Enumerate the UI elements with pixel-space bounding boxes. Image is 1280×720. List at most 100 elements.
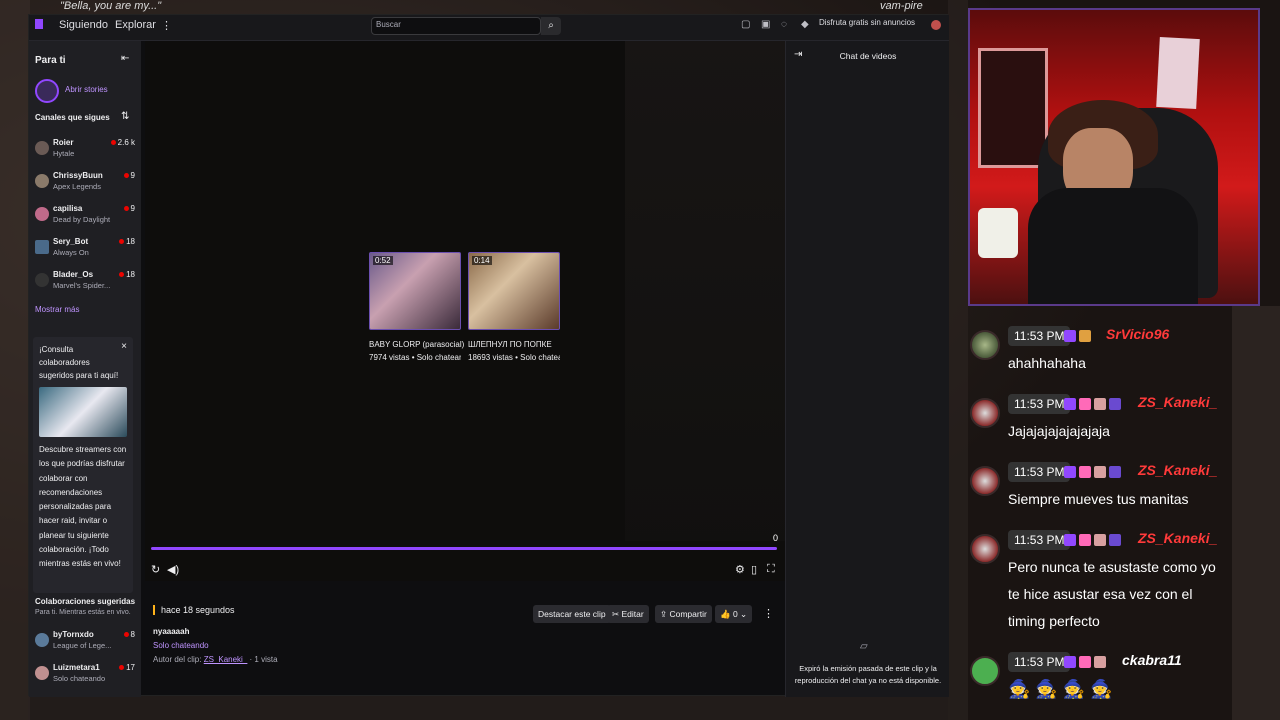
sidebar-channel[interactable]: ChrissyBuun Apex Legends 9 <box>29 170 141 200</box>
chat-timestamp: 11:53 PM <box>1008 394 1071 414</box>
search-icon[interactable]: ⌕ <box>541 17 561 35</box>
channel-game: Dead by Daylight <box>53 215 111 224</box>
collapse-sidebar-icon[interactable]: ⇤ <box>121 53 129 64</box>
chat-message: 11:53 PM ZS_Kaneki_ Jajajajajajajajaja <box>968 386 1232 454</box>
promo-image <box>39 387 127 437</box>
sidebar-channel[interactable]: capilisa Dead by Daylight 9 <box>29 203 141 233</box>
screen: "Bella, you are my..." vam-pire Siguiend… <box>0 0 1280 720</box>
channel-name: byTornxdo <box>53 630 94 639</box>
chat-text: Siempre mueves tus manitas <box>1008 491 1189 507</box>
chat-message: 11:53 PM ckabra11 🧙 🧙 🧙 🧙 <box>968 644 1232 712</box>
channel-game: Always On <box>53 248 89 257</box>
chat-panel-title: Chat de videos <box>839 51 897 61</box>
chat-username: SrVicio96 <box>1106 326 1170 342</box>
chat-username: ZS_Kaneki_ <box>1138 462 1218 478</box>
collage-right <box>1232 306 1280 720</box>
channel-game: Solo chateando <box>53 674 106 683</box>
channel-name: Luizmetara1 <box>53 663 100 672</box>
sidebar-channel[interactable]: Roier Hytale 2.6 k <box>29 137 141 167</box>
fullscreen-icon[interactable]: ⛶ <box>767 563 775 576</box>
turbo-promo[interactable]: Disfruta gratis sin anuncios <box>819 18 915 27</box>
twitch-logo-icon[interactable] <box>35 19 43 29</box>
chat-message: 11:53 PM ZS_Kaneki_ Siempre mueves tus m… <box>968 454 1232 522</box>
channel-name: ChrissyBuun <box>53 171 103 180</box>
clip-category[interactable]: Solo chateando <box>153 641 209 650</box>
chat-avatar <box>970 534 1000 564</box>
viewer-count: 18 <box>119 270 135 279</box>
collage-quote-left: "Bella, you are my..." <box>60 0 162 12</box>
sort-icon[interactable]: ⇅ <box>121 111 129 122</box>
suggested-channel[interactable]: byTornxdo League of Lege... 8 <box>29 629 141 659</box>
sidebar-channel[interactable]: Sery_Bot Always On 18 <box>29 236 141 266</box>
chat-avatar <box>970 330 1000 360</box>
progress-bar[interactable] <box>151 547 777 550</box>
suggested-collabs-heading: Colaboraciones sugeridas <box>35 597 136 606</box>
channel-avatar <box>35 141 49 155</box>
thumbs-up-icon: 👍 <box>720 609 733 619</box>
bits-icon[interactable]: ◆ <box>801 19 809 30</box>
notifications-icon[interactable]: ◌ <box>781 19 787 30</box>
twitch-window: Siguiendo Explorar ⋮ Buscar ⌕ ▢ ▣ ◌ ◆ Di… <box>28 14 949 697</box>
user-avatar[interactable] <box>931 20 941 30</box>
nav-following[interactable]: Siguiendo <box>59 19 108 31</box>
channel-avatar <box>35 273 49 287</box>
like-button[interactable]: 👍 0 ⌄ <box>715 605 753 623</box>
replay-icon[interactable]: ↻ <box>151 563 160 576</box>
suggested-collabs-sub: Para ti. Mientras estás en vivo. <box>35 609 131 616</box>
stories-avatar[interactable] <box>35 79 59 103</box>
more-options-icon[interactable]: ⋮ <box>763 607 774 620</box>
inbox-icon[interactable]: ▢ <box>741 19 750 30</box>
clip-title: ШЛЕПНУЛ ПО ПОПКЕ <box>468 340 552 349</box>
viewer-count: 18 <box>119 237 135 246</box>
chat-badges <box>1064 654 1109 668</box>
suggested-channel[interactable]: Luizmetara1 Solo chateando 17 <box>29 662 141 692</box>
clip-author-link[interactable]: ZS_Kaneki_ <box>204 655 248 664</box>
recommended-clip[interactable]: 0:52 BABY GLORP (parasocial) 7974 vistas… <box>369 252 464 362</box>
clip-duration: 0:52 <box>373 256 393 265</box>
close-icon[interactable]: × <box>121 341 127 352</box>
promo-title: ¡Consulta colaboradores sugeridos para t… <box>39 345 119 380</box>
chat-timestamp: 11:53 PM <box>1008 652 1071 672</box>
settings-icon[interactable]: ⚙ <box>735 563 745 576</box>
share-button[interactable]: ⇪ Compartir <box>655 605 712 623</box>
webcam-border <box>968 8 1260 306</box>
nav-explore[interactable]: Explorar <box>115 19 156 31</box>
clip-meta: 7974 vistas • Solo chateando <box>369 353 461 362</box>
chat-unavailable-message: Expiró la emisión pasada de este clip y … <box>794 664 942 685</box>
chat-emotes: 🧙 🧙 🧙 🧙 <box>1008 679 1113 699</box>
search-input[interactable]: Buscar <box>371 17 541 35</box>
chat-message: 11:53 PM SrVicio96 ahahhahaha <box>968 318 1232 386</box>
more-icon[interactable]: ⋮ <box>161 19 172 32</box>
channel-name: Blader_Os <box>53 270 94 279</box>
theatre-mode-icon[interactable]: ▯ <box>751 563 757 576</box>
volume-icon[interactable]: ◀) <box>167 563 179 576</box>
edit-button[interactable]: ✂ Editar <box>607 605 649 623</box>
sidebar-channel[interactable]: Blader_Os Marvel's Spider... 18 <box>29 269 141 299</box>
collage-mid <box>948 0 968 720</box>
chat-badges <box>1064 464 1124 478</box>
show-more-link[interactable]: Mostrar más <box>35 305 79 314</box>
clip-duration: 0:14 <box>472 256 492 265</box>
viewer-count: 8 <box>123 630 135 639</box>
followed-channels-heading: Canales que sigues <box>35 113 110 122</box>
channel-game: Hytale <box>53 149 75 158</box>
channel-name: Sery_Bot <box>53 237 89 246</box>
sidebar-title: Para ti <box>35 55 66 66</box>
sidebar: Para ti ⇤ Abrir stories Canales que sigu… <box>29 41 141 697</box>
chat-avatar <box>970 466 1000 496</box>
recommended-clip[interactable]: 0:14 ШЛЕПНУЛ ПО ПОПКЕ 18693 vistas • Sol… <box>468 252 560 362</box>
open-stories-link[interactable]: Abrir stories <box>65 85 108 94</box>
collage-bottom <box>28 696 948 720</box>
chat-unavailable-icon: ▱ <box>860 641 868 652</box>
channel-avatar <box>35 207 49 221</box>
chat-text: ahahhahaha <box>1008 355 1086 371</box>
clip-info: hace 18 segundos nyaaaaah Solo chateando… <box>145 587 785 697</box>
feature-clip-button[interactable]: Destacar este clip <box>533 605 611 623</box>
collage-quote-right: vam-pire <box>880 0 923 12</box>
whispers-icon[interactable]: ▣ <box>761 19 770 30</box>
chat-username: ZS_Kaneki_ <box>1138 530 1218 546</box>
chat-timestamp: 11:53 PM <box>1008 326 1071 346</box>
video-player[interactable]: 0:52 BABY GLORP (parasocial) 7974 vistas… <box>145 41 785 581</box>
chat-text: Jajajajajajajajaja <box>1008 423 1110 439</box>
chat-badges <box>1064 396 1124 410</box>
